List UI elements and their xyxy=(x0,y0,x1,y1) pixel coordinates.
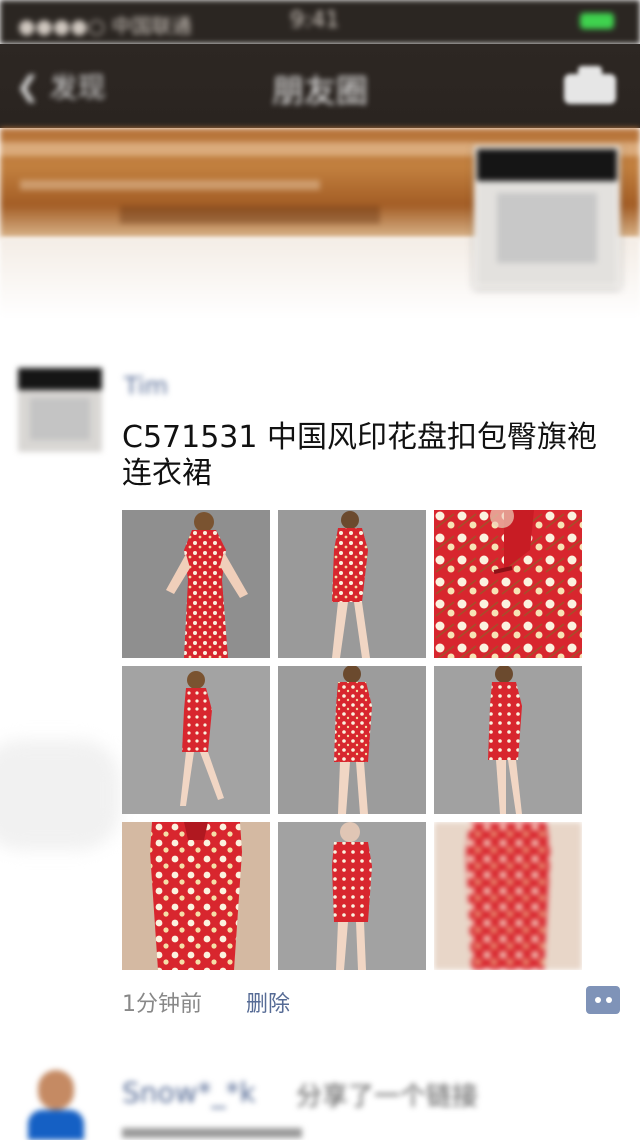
post-timestamp: 1分钟前 xyxy=(122,992,202,1017)
clock: 9:41 xyxy=(290,8,340,33)
nav-bar: ❮ 发现 朋友圈 xyxy=(0,44,640,128)
background-blur xyxy=(0,740,120,850)
battery-icon xyxy=(580,13,614,29)
next-post-author[interactable]: Snow*_*k xyxy=(122,1076,256,1109)
photo-thumbnail-2[interactable] xyxy=(278,510,426,658)
photo-thumbnail-9[interactable] xyxy=(434,822,582,970)
next-post-avatar[interactable] xyxy=(28,1070,84,1140)
delete-button[interactable]: 删除 xyxy=(246,986,290,1018)
image-grid xyxy=(122,510,582,970)
status-bar: ●●●●○ 中国联通 9:41 xyxy=(0,0,640,44)
camera-icon[interactable] xyxy=(564,64,616,104)
page-title: 朋友圈 xyxy=(271,72,368,110)
next-post-text xyxy=(122,1128,302,1138)
photo-thumbnail-5[interactable] xyxy=(278,666,426,814)
post-avatar[interactable] xyxy=(18,368,102,452)
post-author-name[interactable]: Tim xyxy=(124,372,168,400)
photo-thumbnail-4[interactable] xyxy=(122,666,270,814)
photo-thumbnail-8[interactable] xyxy=(278,822,426,970)
carrier-label: ●●●●○ 中国联通 xyxy=(18,14,192,38)
post-text: C571531 中国风印花盘扣包臀旗袍连衣裙 xyxy=(122,420,598,491)
photo-thumbnail-3[interactable] xyxy=(434,510,582,658)
next-post-action: 分享了一个链接 xyxy=(296,1082,479,1112)
comment-icon[interactable] xyxy=(586,986,620,1014)
photo-thumbnail-1[interactable] xyxy=(122,510,270,658)
owner-avatar[interactable] xyxy=(474,146,620,288)
photo-thumbnail-7[interactable] xyxy=(122,822,270,970)
photo-thumbnail-6[interactable] xyxy=(434,666,582,814)
